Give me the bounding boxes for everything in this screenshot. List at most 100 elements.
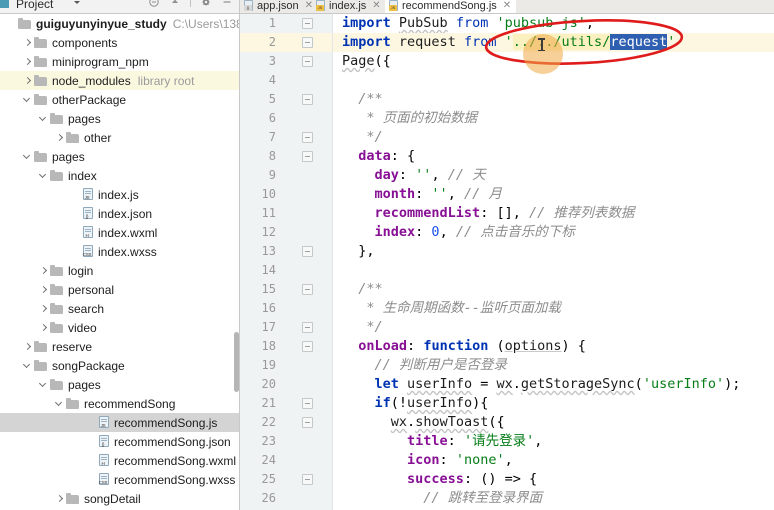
chevron-right-icon[interactable]	[38, 322, 49, 333]
chevron-right-icon[interactable]	[38, 303, 49, 314]
tree-folder-pages[interactable]: pages	[0, 375, 239, 394]
code-line[interactable]: title: '请先登录',	[333, 432, 774, 451]
tree-folder-songPackage[interactable]: songPackage	[0, 356, 239, 375]
code-fold-toggle-icon[interactable]	[302, 341, 313, 352]
code-fold-toggle-icon[interactable]	[302, 474, 313, 485]
chevron-down-icon[interactable]	[22, 94, 33, 105]
chevron-down-icon[interactable]	[38, 170, 49, 181]
code-line[interactable]: import PubSub from 'pubsub-js';	[333, 14, 774, 33]
code-line[interactable]: /**	[333, 90, 774, 109]
tree-file-recommendSong-json[interactable]: {} recommendSong.json	[0, 432, 239, 451]
project-tree[interactable]: guiguyunyinyue_study C:\Users\13852\D comp…	[0, 14, 240, 510]
tree-folder-pages[interactable]: pages	[0, 147, 239, 166]
tree-item-label: video	[68, 320, 97, 335]
code-line[interactable]	[333, 71, 774, 90]
tree-file-recommendSong-wxss[interactable]: CSS recommendSong.wxss	[0, 470, 239, 489]
code-fold-toggle-icon[interactable]	[302, 322, 313, 333]
tree-folder-recommendSong[interactable]: recommendSong	[0, 394, 239, 413]
code-text-area[interactable]: import PubSub from 'pubsub-js'; import re…	[333, 14, 774, 510]
tree-item-label: index.wxml	[98, 225, 158, 240]
tree-scrollbar[interactable]	[234, 14, 239, 510]
chevron-right-icon[interactable]	[54, 493, 65, 504]
code-fold-toggle-icon[interactable]	[302, 284, 313, 295]
code-fold-toggle-icon[interactable]	[302, 398, 313, 409]
close-icon[interactable]: ✕	[372, 0, 380, 11]
chevron-down-icon[interactable]	[74, 1, 80, 4]
tree-file-index-wxss[interactable]: CSS index.wxss	[0, 242, 239, 261]
code-line[interactable]	[333, 261, 774, 280]
code-line[interactable]: */	[333, 318, 774, 337]
tree-file-index-js[interactable]: JS index.js	[0, 185, 239, 204]
gear-icon[interactable]	[200, 0, 212, 8]
tree-folder-search[interactable]: search	[0, 299, 239, 318]
tab-recommendsong-js[interactable]: JS recommendSong.js ✕	[385, 0, 517, 13]
code-line[interactable]: if(!userInfo){	[333, 394, 774, 413]
code-line[interactable]: recommendList: [], // 推荐列表数据	[333, 204, 774, 223]
tree-file-recommendSong-js[interactable]: JS recommendSong.js	[0, 413, 239, 432]
code-line[interactable]: let userInfo = wx.getStorageSync('userIn…	[333, 375, 774, 394]
chevron-down-icon[interactable]	[38, 379, 49, 390]
tree-folder-miniprogram_npm[interactable]: miniprogram_npm	[0, 52, 239, 71]
chevron-down-icon[interactable]	[22, 151, 33, 162]
code-line[interactable]: month: '', // 月	[333, 185, 774, 204]
code-line[interactable]: */	[333, 128, 774, 147]
code-line[interactable]: // 判断用户是否登录	[333, 356, 774, 375]
collapse-all-icon[interactable]	[148, 0, 160, 8]
code-line[interactable]: // 跳转至登录界面	[333, 489, 774, 508]
code-line[interactable]: data: {	[333, 147, 774, 166]
tree-folder-components[interactable]: components	[0, 33, 239, 52]
chevron-right-icon[interactable]	[38, 265, 49, 276]
tree-folder-guiguyunyinyue_study[interactable]: guiguyunyinyue_study C:\Users\13852\D	[0, 14, 239, 33]
code-fold-toggle-icon[interactable]	[302, 132, 313, 143]
code-line[interactable]: index: 0, // 点击音乐的下标	[333, 223, 774, 242]
code-fold-toggle-icon[interactable]	[302, 151, 313, 162]
chevron-right-icon[interactable]	[22, 341, 33, 352]
tree-folder-songDetail[interactable]: songDetail	[0, 489, 239, 508]
code-line[interactable]: icon: 'none',	[333, 451, 774, 470]
chevron-down-icon[interactable]	[38, 113, 49, 124]
code-line[interactable]: day: '', // 天	[333, 166, 774, 185]
tree-folder-node_modules[interactable]: node_modules library root	[0, 71, 239, 90]
tree-file-index-json[interactable]: {} index.json	[0, 204, 239, 223]
code-line[interactable]: /**	[333, 280, 774, 299]
tab-app-json[interactable]: {} app.json ✕	[240, 0, 318, 13]
code-editor[interactable]: 1 2 3 4 5 6 7 8 9 10 11 12 13 14 15 16 17 18 19 20 21 22 23 24 2…	[240, 14, 774, 510]
tree-folder-pages[interactable]: pages	[0, 109, 239, 128]
tree-file-index-wxml[interactable]: Hindex.wxml	[0, 223, 239, 242]
tree-folder-login[interactable]: login	[0, 261, 239, 280]
code-fold-toggle-icon[interactable]	[302, 37, 313, 48]
tree-file-recommendSong-wxml[interactable]: HrecommendSong.wxml	[0, 451, 239, 470]
tree-folder-other[interactable]: other	[0, 128, 239, 147]
tab-index-js[interactable]: JS index.js ✕	[312, 0, 386, 13]
chevron-right-icon[interactable]	[54, 132, 65, 143]
folder-icon	[34, 341, 48, 352]
tree-folder-personal[interactable]: personal	[0, 280, 239, 299]
code-fold-toggle-icon[interactable]	[302, 56, 313, 67]
tree-scroll-thumb[interactable]	[234, 332, 239, 392]
code-fold-toggle-icon[interactable]	[302, 18, 313, 29]
code-line[interactable]: onLoad: function (options) {	[333, 337, 774, 356]
code-line[interactable]: },	[333, 242, 774, 261]
code-fold-toggle-icon[interactable]	[302, 246, 313, 257]
editor-scrollbar[interactable]	[764, 14, 774, 510]
sort-icon[interactable]	[169, 0, 181, 8]
code-line[interactable]: * 页面的初始数据	[333, 109, 774, 128]
chevron-right-icon[interactable]	[38, 284, 49, 295]
project-panel-header[interactable]: Project	[0, 0, 240, 13]
chevron-right-icon[interactable]	[22, 75, 33, 86]
tree-folder-index[interactable]: index	[0, 166, 239, 185]
hide-panel-icon[interactable]	[221, 0, 233, 8]
tree-folder-video[interactable]: video	[0, 318, 239, 337]
chevron-down-icon[interactable]	[22, 360, 33, 371]
chevron-down-icon[interactable]	[54, 398, 65, 409]
close-icon[interactable]: ✕	[503, 0, 511, 11]
code-line[interactable]: * 生命周期函数--监听页面加载	[333, 299, 774, 318]
chevron-right-icon[interactable]	[22, 37, 33, 48]
code-fold-toggle-icon[interactable]	[302, 417, 313, 428]
code-line[interactable]: success: () => {	[333, 470, 774, 489]
tree-folder-reserve[interactable]: reserve	[0, 337, 239, 356]
code-fold-toggle-icon[interactable]	[302, 94, 313, 105]
chevron-right-icon[interactable]	[22, 56, 33, 67]
tree-folder-otherPackage[interactable]: otherPackage	[0, 90, 239, 109]
code-line[interactable]: wx.showToast({	[333, 413, 774, 432]
